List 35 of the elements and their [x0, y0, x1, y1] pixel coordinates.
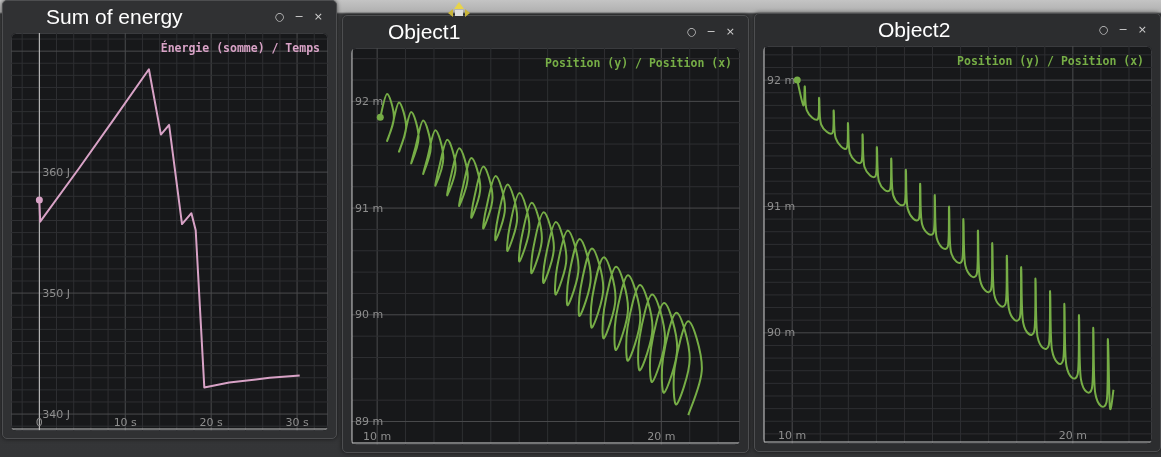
close-button[interactable]: × — [722, 25, 738, 39]
close-button[interactable]: × — [310, 10, 326, 24]
axis-tick-label: 10 m — [778, 429, 807, 442]
axis-tick-label: 92 m — [767, 73, 796, 87]
window-title: Object1 — [388, 20, 461, 44]
chart-title: Énergie (somme) / Temps — [160, 41, 320, 55]
axis-tick-label: 91 m — [767, 199, 796, 213]
axis-tick-label: 340 J — [42, 407, 71, 421]
current-point-marker — [35, 196, 43, 204]
axis-tick-label: 92 m — [355, 94, 384, 108]
axis-tick-label: 91 m — [355, 201, 384, 215]
axis-tick-label: 30 s — [285, 416, 309, 429]
close-button[interactable]: × — [1134, 23, 1150, 37]
window-title: Sum of energy — [46, 5, 183, 29]
chart-title: Position (y) / Position (x) — [545, 56, 732, 70]
minimize-button[interactable]: − — [703, 25, 719, 39]
pin-button[interactable]: ○ — [271, 10, 288, 24]
axis-tick-label: 20 m — [647, 430, 676, 443]
axis-tick-label: 90 m — [355, 308, 384, 322]
pin-button[interactable]: ○ — [683, 25, 700, 39]
axis-tick-label: 10 m — [363, 430, 392, 443]
axis-tick-label: 20 s — [199, 416, 223, 429]
window-title: Object2 — [878, 18, 951, 42]
axis-tick-label: 360 J — [42, 165, 71, 179]
axis-tick-label: 20 m — [1058, 429, 1087, 442]
current-point-marker — [793, 76, 801, 84]
axis-tick-label: 90 m — [767, 326, 796, 340]
chart-title: Position (y) / Position (x) — [957, 54, 1144, 68]
axis-tick-label: 89 m — [355, 415, 384, 428]
current-point-marker — [376, 113, 384, 121]
minimize-button[interactable]: − — [291, 10, 307, 24]
pin-button[interactable]: ○ — [1095, 23, 1112, 37]
axis-tick-label: 10 s — [113, 416, 137, 429]
axis-tick-label: 350 J — [42, 286, 71, 300]
minimize-button[interactable]: − — [1115, 23, 1131, 37]
